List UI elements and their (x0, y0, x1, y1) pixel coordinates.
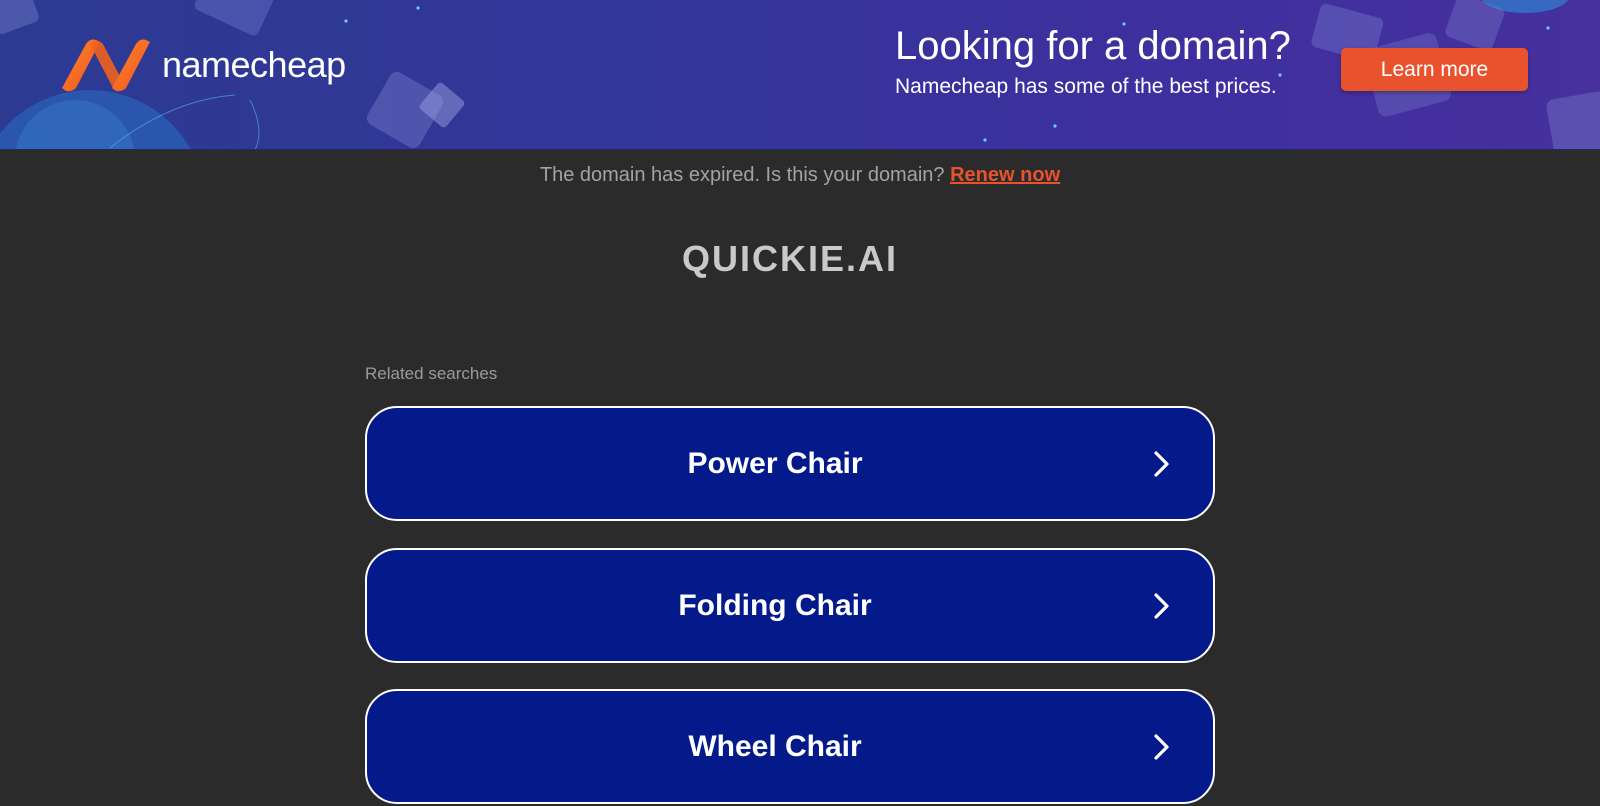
namecheap-logo-icon (62, 39, 150, 92)
domain-title: QUICKIE.AI (681, 238, 898, 279)
promo-subline: Namecheap has some of the best prices. (895, 75, 1277, 98)
expiry-notice: The domain has expired. Is this your dom… (0, 160, 1600, 190)
promo-banner: namecheap Looking for a domain? Namechea… (0, 0, 1600, 150)
logo-wordmark: namecheap (162, 44, 346, 85)
related-search-label: Power Chair (687, 446, 863, 480)
related-search-folding-chair[interactable]: Folding Chair (365, 548, 1215, 663)
related-search-power-chair[interactable]: Power Chair (365, 406, 1215, 521)
namecheap-logo[interactable]: namecheap (60, 38, 346, 92)
related-searches-label: Related searches (365, 364, 498, 383)
expiry-notice-text: The domain has expired. Is this your dom… (539, 164, 945, 186)
related-search-label: Wheel Chair (688, 729, 862, 763)
renew-now-link[interactable]: Renew now (950, 164, 1060, 186)
learn-more-button[interactable]: Learn more (1341, 48, 1528, 91)
related-search-label: Folding Chair (678, 588, 872, 622)
chevron-right-icon (1154, 733, 1169, 760)
chevron-right-icon (1154, 450, 1169, 477)
chevron-right-icon (1154, 592, 1169, 619)
related-search-wheel-chair[interactable]: Wheel Chair (365, 689, 1215, 804)
promo-headline: Looking for a domain? (895, 24, 1291, 68)
